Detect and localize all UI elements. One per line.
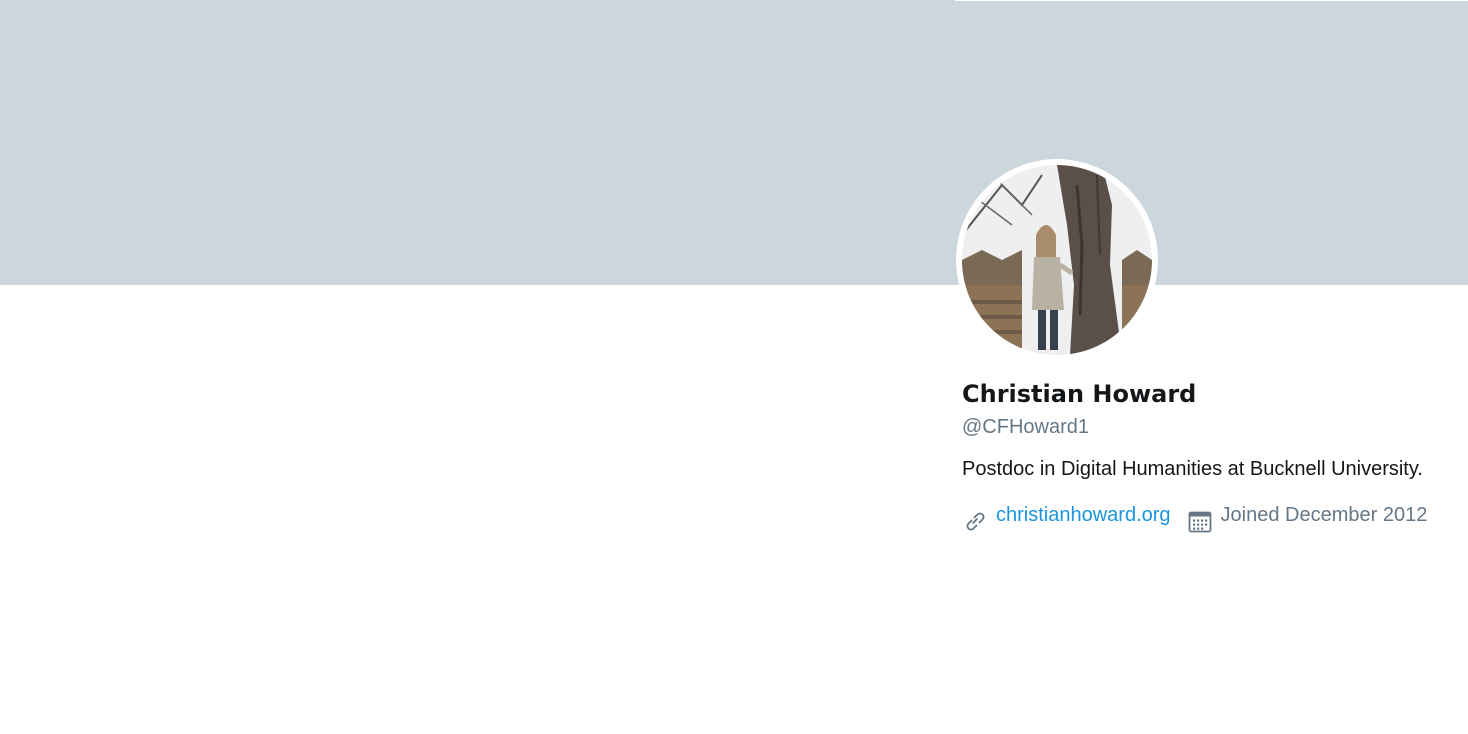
user-handle[interactable]: @CFHoward1 xyxy=(962,411,1468,443)
profile-bio: Postdoc in Digital Humanities at Bucknel… xyxy=(962,458,1423,480)
joined-date: Joined December 2012 xyxy=(1220,504,1428,526)
website-link[interactable]: christianhoward.org xyxy=(996,501,1171,529)
profile-info: Christian Howard @CFHoward1 Postdoc in D… xyxy=(962,378,1468,534)
avatar-photo xyxy=(962,165,1152,355)
avatar-frame[interactable] xyxy=(956,159,1158,361)
display-name[interactable]: Christian Howard xyxy=(962,378,1468,410)
profile-meta: christianhoward.org Joined December 2012 xyxy=(962,496,1468,534)
link-icon xyxy=(962,508,988,534)
avatar[interactable] xyxy=(962,165,1152,355)
profile-banner xyxy=(0,0,1468,285)
banner-edge xyxy=(955,0,1468,1)
calendar-icon xyxy=(1187,508,1213,534)
